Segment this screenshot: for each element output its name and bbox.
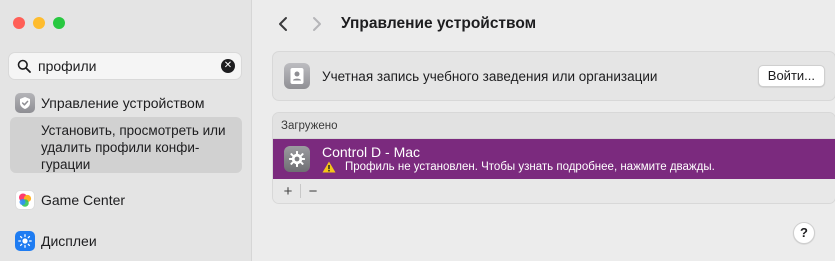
account-card-text: Учетная запись учебного заведения или ор… [322,68,658,84]
sidebar-item-device-management[interactable]: Управление устройством [15,93,204,113]
back-button[interactable] [274,14,292,34]
search-value: профили [38,58,97,74]
page-title: Управление устройством [341,15,537,32]
help-button[interactable]: ? [793,222,815,244]
toolbar-divider [300,184,301,198]
list-toolbar: + − [273,179,835,203]
zoom-window-button[interactable] [53,17,65,29]
sign-in-button[interactable]: Войти... [757,65,825,87]
sidebar-item-displays[interactable]: Дисплеи [15,231,97,251]
window-controls [13,17,65,29]
forward-button[interactable] [308,14,326,34]
chevron-left-icon [279,17,287,31]
minimize-window-button[interactable] [33,17,45,29]
clear-search-icon[interactable]: ✕ [221,59,235,73]
close-window-button[interactable] [13,17,25,29]
sidebar-item-label: Game Center [41,192,126,208]
profile-warning: Профиль не установлен. Чтобы узнать подр… [322,160,715,175]
search-result-text: Установить, просмотреть или удалить проф… [41,123,226,172]
sidebar: профили ✕ Управление устройством Установ… [0,0,252,261]
chevron-right-icon [313,17,321,31]
sidebar-item-label: Дисплеи [41,233,97,249]
loaded-profiles-list: Загружено Control D - Mac Профиль не уст… [272,112,835,204]
sidebar-item-game-center[interactable]: Game Center [15,190,125,210]
profile-details: Control D - Mac Профиль не установлен. Ч… [322,144,715,175]
search-input[interactable]: профили ✕ [8,52,242,80]
main-pane: Управление устройством Учетная запись уч… [252,0,835,261]
warning-icon [322,161,336,173]
remove-profile-button[interactable]: − [304,183,322,200]
profile-row[interactable]: Control D - Mac Профиль не установлен. Ч… [273,139,835,179]
sidebar-item-label: Управление устройством [41,95,205,111]
displays-icon [15,231,35,251]
settings-window: профили ✕ Управление устройством Установ… [0,0,835,261]
gear-icon [284,146,310,172]
loaded-header: Загружено [273,113,835,139]
profile-warning-text: Профиль не установлен. Чтобы узнать подр… [345,160,715,173]
device-management-icon [15,93,35,113]
game-center-icon [15,190,35,210]
add-profile-button[interactable]: + [279,183,297,200]
search-icon [15,57,33,75]
id-badge-icon [284,63,310,89]
search-result-item[interactable]: Установить, просмотреть или удалить проф… [10,117,242,173]
account-card: Учетная запись учебного заведения или ор… [272,51,835,101]
profile-name: Control D - Mac [322,143,421,160]
